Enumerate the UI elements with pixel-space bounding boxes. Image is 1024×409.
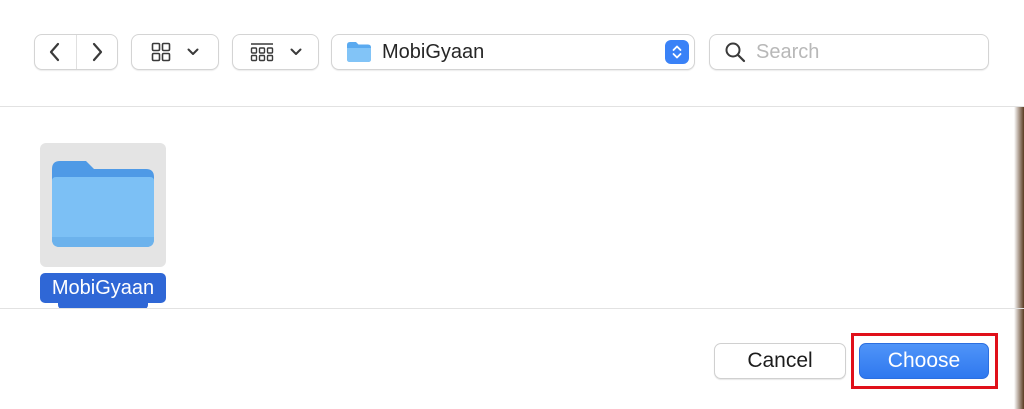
icon-view-menu-button[interactable] [131,34,219,70]
location-popup[interactable]: MobiGyaan [331,34,695,70]
folder-name: MobiGyaan [40,273,166,303]
chevron-right-icon [92,42,102,62]
grid-icon [151,42,171,62]
chevron-down-icon [290,48,301,55]
search-input[interactable] [756,40,976,64]
toolbar-divider [0,106,1024,107]
chevron-left-icon [50,42,60,62]
search-field [709,34,989,70]
location-label: MobiGyaan [382,40,485,63]
highlight-annotation [851,333,998,389]
group-grid-icon [250,43,273,62]
chevron-down-icon [187,48,199,55]
footer-divider [0,308,1024,309]
magnifier-icon [725,42,746,63]
folder-item[interactable]: MobiGyaan [40,143,166,309]
toolbar: MobiGyaan [0,0,1024,106]
folder-icon [347,42,371,62]
folder-thumbnail [40,143,166,267]
folder-icon [52,161,154,247]
up-down-chevron-icon [672,45,682,59]
navigation-group [34,34,118,70]
back-button[interactable] [35,35,76,69]
group-view-menu-button[interactable] [232,34,319,70]
cancel-button[interactable]: Cancel [714,343,846,379]
forward-button[interactable] [75,35,118,69]
location-stepper[interactable] [665,40,689,64]
